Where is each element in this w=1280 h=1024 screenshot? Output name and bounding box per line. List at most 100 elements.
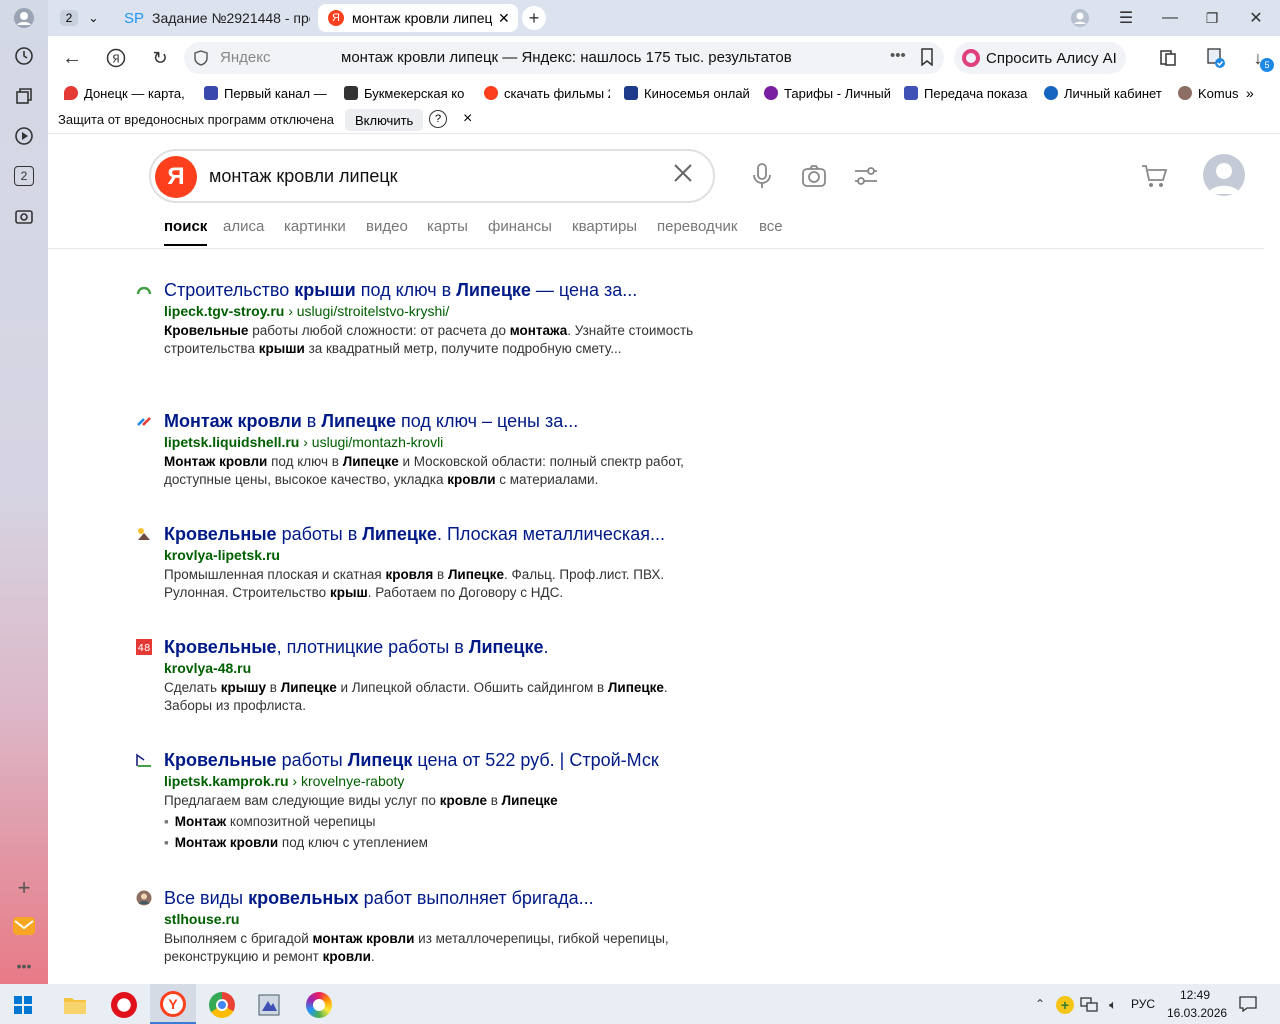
bookmark-item[interactable]: Тарифы - Личный [764, 84, 890, 102]
yandex-home-icon[interactable]: Я [104, 46, 128, 70]
tray-app-icon[interactable]: + [1056, 996, 1074, 1014]
result-domain: lipeck.tgv-stroy.ru [164, 303, 285, 319]
cart-icon[interactable] [1138, 160, 1170, 192]
chrome-icon[interactable] [209, 992, 235, 1018]
snippet-part: крыш [329, 585, 368, 600]
ask-alice-button[interactable]: Спросить Алису AI [954, 42, 1126, 74]
result-path: › krovelnye-raboty [288, 773, 405, 789]
yandex-browser-taskbar-item[interactable]: Y [150, 984, 196, 1024]
tab-alice[interactable]: алиса [223, 218, 264, 235]
bookmark-item[interactable]: скачать фильмы 2 [484, 84, 610, 102]
tab-images[interactable]: картинки [284, 218, 346, 235]
notifications-icon[interactable] [1238, 995, 1258, 1013]
search-settings-icon[interactable] [852, 162, 880, 190]
snippet-part: с материалами. [495, 472, 599, 487]
result-title-link[interactable]: Строительство крыши под ключ в Липецке —… [164, 280, 637, 301]
result-url[interactable]: krovlya-lipetsk.ru [164, 547, 280, 563]
protect-icon[interactable] [1204, 46, 1228, 70]
close-window-icon[interactable]: ✕ [1244, 6, 1268, 30]
windows-start-icon[interactable] [12, 994, 34, 1016]
voice-search-icon[interactable] [748, 162, 776, 190]
minimize-icon[interactable]: — [1158, 6, 1182, 30]
result-url[interactable]: lipeck.tgv-stroy.ru › uslugi/stroitelstv… [164, 303, 449, 319]
tab-translator[interactable]: переводчик [657, 218, 737, 235]
tabs-count-icon[interactable]: 2 [12, 164, 36, 188]
result-title-link[interactable]: Монтаж кровли в Липецке под ключ – цены … [164, 411, 578, 432]
tab-finance[interactable]: финансы [488, 218, 552, 235]
colorful-app-icon[interactable] [306, 992, 332, 1018]
bookmark-item[interactable]: Личный кабинет [1044, 84, 1164, 102]
enable-protection-button[interactable]: Включить [345, 109, 424, 131]
mail-icon[interactable] [12, 914, 36, 938]
app-icon[interactable] [256, 992, 282, 1018]
reader-icon[interactable] [1156, 46, 1180, 70]
more-icon[interactable]: ••• [12, 954, 36, 978]
security-shield-icon[interactable] [194, 50, 208, 71]
address-field[interactable]: Яндекс монтаж кровли липецк — Яндекс: на… [184, 42, 944, 74]
volume-icon[interactable]: 🔈︎ [1104, 996, 1122, 1014]
tab-group-switcher[interactable]: 2 ⌄ [48, 4, 110, 32]
menu-icon[interactable]: ☰ [1114, 6, 1138, 30]
clear-search-icon[interactable] [671, 161, 695, 190]
account-icon[interactable] [1068, 6, 1092, 30]
tab-video[interactable]: видео [366, 218, 408, 235]
tab-maps[interactable]: карты [427, 218, 468, 235]
more-bookmarks-icon[interactable]: » [1246, 84, 1270, 102]
result-title-link[interactable]: Кровельные работы в Липецке. Плоская мет… [164, 524, 665, 545]
network-icon[interactable] [1080, 996, 1098, 1014]
reload-icon[interactable]: ↻ [148, 46, 172, 70]
collections-icon[interactable] [12, 84, 36, 108]
user-avatar[interactable] [1203, 154, 1245, 196]
bookmark-item[interactable]: Букмекерская ко [344, 84, 470, 102]
result-title-link[interactable]: Кровельные, плотницкие работы в Липецке. [164, 637, 549, 658]
video-icon[interactable] [12, 124, 36, 148]
add-icon[interactable]: + [12, 875, 36, 900]
result-url[interactable]: krovlya-48.ru [164, 660, 251, 676]
result-domain: lipetsk.kamprok.ru [164, 773, 289, 789]
snippet-part: кровля [385, 567, 434, 582]
result-title-link[interactable]: Все виды кровельных работ выполняет бриг… [164, 888, 594, 909]
profile-icon[interactable] [12, 6, 36, 30]
screenshot-icon[interactable] [12, 204, 36, 228]
search-box[interactable]: Я монтаж кровли липецк [149, 149, 715, 203]
site-favicon-icon: 48 [136, 639, 152, 655]
close-infobar-icon[interactable]: × [463, 110, 472, 128]
bookmark-item[interactable]: Донецк — карта, с [64, 84, 188, 102]
close-tab-icon[interactable]: ✕ [498, 10, 510, 27]
result-url[interactable]: lipetsk.liquidshell.ru › uslugi/montazh-… [164, 434, 443, 450]
input-language[interactable]: РУС [1131, 997, 1155, 1011]
result-title-link[interactable]: Кровельные работы Липецк цена от 522 руб… [164, 750, 659, 771]
clock-date[interactable]: 16.03.2026 [1167, 1006, 1227, 1020]
yandex-logo[interactable]: Я [155, 156, 197, 198]
snippet-part: в [433, 567, 448, 582]
restore-icon[interactable]: ❐ [1200, 6, 1224, 30]
tab-search-active[interactable]: Я монтаж кровли липецк ✕ [318, 4, 518, 32]
bookmark-icon[interactable] [920, 48, 934, 71]
tab-all[interactable]: все [759, 218, 783, 235]
result-url[interactable]: lipetsk.kamprok.ru › krovelnye-raboty [164, 773, 404, 789]
more-actions-icon[interactable]: ••• [890, 47, 906, 64]
help-icon[interactable]: ? [429, 110, 447, 128]
bookmark-item[interactable]: Киносемья онлай [624, 84, 750, 102]
tab-apartments[interactable]: квартиры [572, 218, 637, 235]
opera-icon[interactable] [111, 992, 137, 1018]
search-results-page: Я монтаж кровли липецк поиск алиса карти… [48, 134, 1280, 984]
search-input[interactable]: монтаж кровли липецк [209, 166, 398, 187]
result-url[interactable]: stlhouse.ru [164, 911, 239, 927]
downloads-icon[interactable]: ↓ 5 [1246, 46, 1274, 72]
snippet-part: Липецке [447, 567, 504, 582]
new-tab-button[interactable]: + [522, 6, 546, 30]
history-icon[interactable] [12, 44, 36, 68]
bookmark-item[interactable]: Komus [1178, 84, 1238, 102]
clock-time[interactable]: 12:49 [1180, 988, 1210, 1002]
bookmark-item[interactable]: Первый канал — с [204, 84, 330, 102]
bookmark-label: скачать фильмы 2 [504, 85, 610, 101]
file-explorer-icon[interactable] [62, 992, 88, 1018]
image-search-icon[interactable] [800, 162, 828, 190]
tab-task[interactable]: SP Задание №2921448 - про [124, 4, 310, 32]
result-title-part: Все виды [164, 888, 249, 908]
tray-expand-icon[interactable]: ⌃ [1032, 996, 1048, 1012]
tab-search[interactable]: поиск [164, 218, 207, 235]
bookmark-item[interactable]: Передача показа [904, 84, 1030, 102]
back-icon[interactable]: ← [60, 46, 84, 70]
